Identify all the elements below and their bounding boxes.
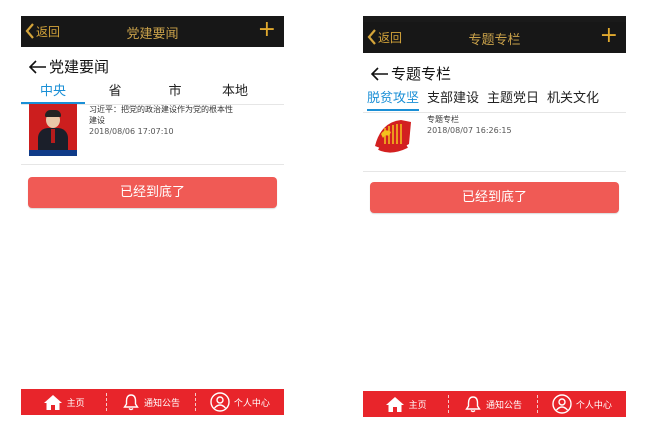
list-item[interactable]: 专题专栏 2018/08/07 16:26:15 — [371, 114, 512, 158]
home-icon — [385, 396, 404, 412]
tab-poverty-alleviation[interactable]: 脱贫攻坚 — [367, 90, 420, 112]
tab-local[interactable]: 本地 — [205, 83, 265, 105]
tab-label: 本地 — [221, 84, 248, 99]
end-of-list-button[interactable]: 已经到底了 — [370, 182, 619, 213]
home-icon — [43, 394, 62, 410]
category-tabs: 脱贫攻坚 支部建设 主题党日 机关文化 — [363, 90, 630, 112]
nav-notice-label: 通知公告 — [144, 398, 181, 409]
user-circle-icon — [210, 392, 230, 412]
nav-notice-label: 通知公告 — [486, 400, 523, 411]
top-bar: 返回 党建要闻 + — [21, 16, 284, 47]
user-circle-icon — [552, 394, 572, 414]
tab-label: 主题党日 — [487, 91, 540, 106]
tab-label: 中央 — [39, 84, 66, 99]
list-item[interactable]: 习近平：把党的政治建设作为党的根本性建设 2018/08/06 17:07:10 — [29, 104, 239, 156]
bell-icon — [465, 396, 481, 413]
nav-profile-label: 个人中心 — [575, 400, 612, 411]
plus-icon[interactable]: + — [258, 18, 276, 42]
item-divider — [21, 164, 284, 165]
back-arrow-icon — [371, 66, 388, 81]
tab-city[interactable]: 市 — [145, 83, 205, 105]
bottom-nav: 主页 通知公告 个人中心 — [21, 389, 284, 415]
section-heading[interactable]: 党建要闻 — [29, 56, 109, 77]
item-title: 专题专栏 — [427, 115, 459, 124]
nav-profile[interactable]: 个人中心 — [196, 389, 284, 415]
item-title: 习近平：把党的政治建设作为党的根本性建设 — [89, 105, 233, 125]
tabs-divider — [363, 112, 626, 113]
phone-screen-topics: 返回 专题专栏 + 专题专栏 脱贫攻坚 支部建设 主题党日 机关文化 专题专栏 … — [363, 16, 626, 417]
section-heading-label: 专题专栏 — [391, 65, 452, 83]
tab-province[interactable]: 省 — [85, 83, 145, 105]
nav-home[interactable]: 主页 — [363, 391, 448, 417]
tab-party-day[interactable]: 主题党日 — [487, 90, 539, 112]
bottom-nav: 主页 通知公告 个人中心 — [363, 391, 626, 417]
item-date: 2018/08/06 17:07:10 — [89, 127, 174, 136]
item-divider — [363, 171, 626, 172]
nav-home[interactable]: 主页 — [21, 389, 106, 415]
nav-notice[interactable]: 通知公告 — [107, 389, 194, 415]
bell-icon — [123, 394, 139, 411]
party-emblem-icon — [371, 114, 415, 158]
nav-profile[interactable]: 个人中心 — [538, 391, 626, 417]
page-title: 专题专栏 — [468, 33, 521, 48]
tab-label: 脱贫攻坚 — [367, 91, 420, 106]
news-thumbnail — [29, 104, 77, 156]
section-heading-label: 党建要闻 — [49, 58, 110, 76]
tab-label: 市 — [168, 84, 182, 99]
tab-central[interactable]: 中央 — [21, 83, 85, 105]
page-title: 党建要闻 — [126, 27, 179, 42]
tab-label: 支部建设 — [427, 91, 480, 106]
nav-notice[interactable]: 通知公告 — [449, 391, 536, 417]
nav-profile-label: 个人中心 — [233, 398, 270, 409]
nav-home-label: 主页 — [408, 400, 427, 411]
tab-label: 机关文化 — [547, 91, 600, 106]
active-tab-underline — [367, 109, 420, 111]
section-heading[interactable]: 专题专栏 — [371, 63, 451, 84]
top-bar: 返回 专题专栏 + — [363, 22, 626, 53]
plus-icon[interactable]: + — [600, 24, 618, 48]
tab-label: 省 — [108, 84, 122, 99]
item-date: 2018/08/07 16:26:15 — [427, 126, 512, 135]
tab-branch-building[interactable]: 支部建设 — [427, 90, 479, 112]
back-arrow-icon — [29, 59, 46, 74]
end-of-list-button[interactable]: 已经到底了 — [28, 177, 277, 208]
tab-office-culture[interactable]: 机关文化 — [547, 90, 599, 112]
phone-screen-news: 返回 党建要闻 + 党建要闻 中央 省 市 本地 习近平：把党的政治建设作为党的… — [21, 16, 284, 415]
nav-home-label: 主页 — [66, 398, 85, 409]
category-tabs: 中央 省 市 本地 — [21, 83, 284, 105]
